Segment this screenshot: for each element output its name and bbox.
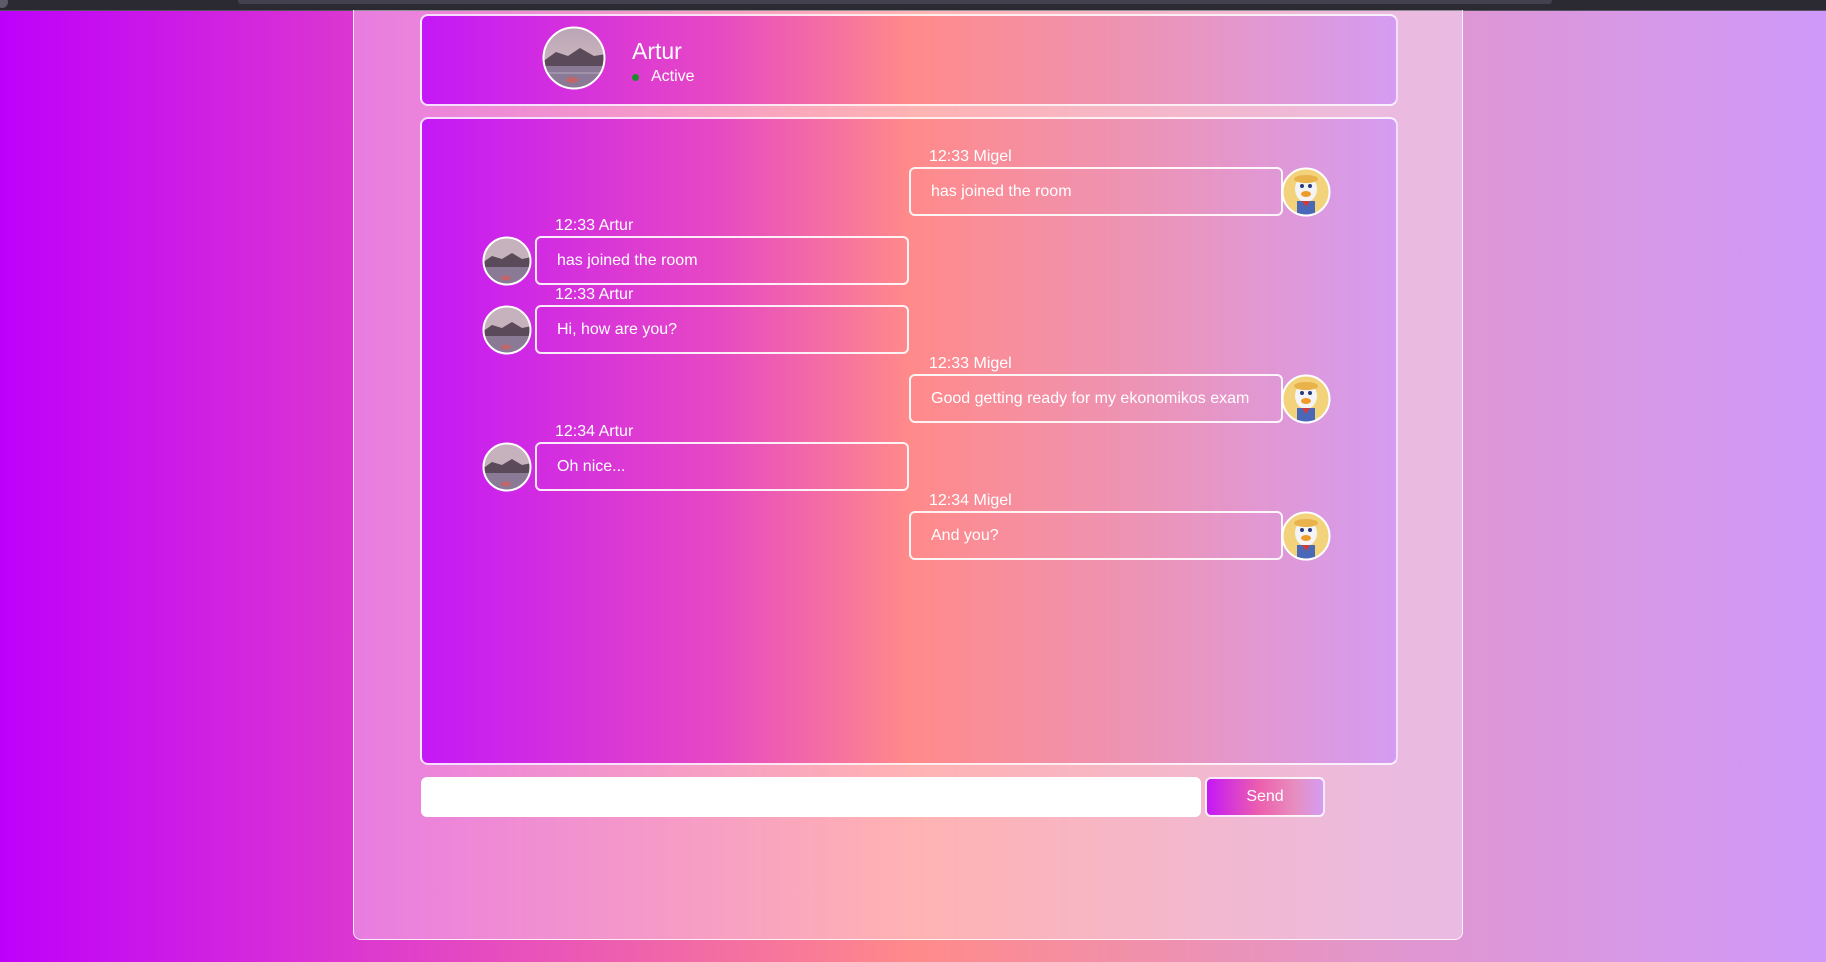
message-bubble: has joined the room: [535, 236, 909, 285]
message-meta: 12:33 Migel: [929, 148, 1012, 165]
mountain-lake-photo-avatar-icon: [482, 442, 532, 492]
message-meta: 12:34 Migel: [929, 492, 1012, 509]
chat-header: Artur Active: [420, 14, 1398, 106]
duck-avatar-icon: [1281, 167, 1331, 217]
header-contact-name: Artur: [632, 38, 682, 64]
message-list[interactable]: 12:33 Migel has joined the room 12:33 Art…: [420, 117, 1398, 765]
message-meta: 12:33 Artur: [555, 286, 634, 303]
active-status-dot-icon: [632, 73, 639, 81]
message-bubble: And you?: [909, 511, 1283, 560]
message-bubble: has joined the room: [909, 167, 1283, 216]
mountain-lake-photo-avatar-icon: [542, 26, 606, 90]
mountain-lake-photo-avatar-icon: [482, 236, 532, 286]
send-button[interactable]: Send: [1205, 777, 1325, 817]
message-bubble: Good getting ready for my ekonomikos exa…: [909, 374, 1283, 423]
browser-nav-icon[interactable]: [0, 0, 8, 8]
message-bubble: Oh nice...: [535, 442, 909, 491]
browser-url-bar[interactable]: [238, 0, 1552, 4]
message-meta: 12:33 Migel: [929, 355, 1012, 372]
mountain-lake-photo-avatar-icon: [482, 305, 532, 355]
message-meta: 12:34 Artur: [555, 423, 634, 440]
message-meta: 12:33 Artur: [555, 217, 634, 234]
status-text: Active: [651, 68, 695, 85]
message-input[interactable]: [421, 777, 1201, 817]
message-bubble: Hi, how are you?: [535, 305, 909, 354]
header-status: Active: [632, 68, 695, 86]
duck-avatar-icon: [1281, 511, 1331, 561]
duck-avatar-icon: [1281, 374, 1331, 424]
